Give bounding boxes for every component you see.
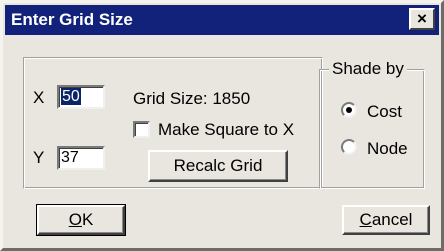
recalc-grid-label: Recalc Grid — [173, 156, 263, 175]
recalc-grid-button[interactable]: Recalc Grid — [148, 150, 288, 182]
shade-cost-radio[interactable] — [341, 102, 357, 118]
x-input[interactable]: 50 — [57, 85, 105, 109]
cancel-label: Cancel — [359, 210, 413, 229]
shade-by-legend: Shade by — [329, 59, 407, 79]
grid-size-text: Grid Size: 1850 — [133, 89, 251, 108]
shade-by-group — [319, 69, 425, 189]
radio-selected-dot — [346, 107, 352, 113]
close-icon: × — [417, 9, 427, 28]
shade-cost-label: Cost — [367, 102, 402, 121]
cancel-button[interactable]: Cancel — [342, 205, 430, 235]
title-bar[interactable]: Enter Grid Size × — [5, 5, 439, 35]
y-input-value: 37 — [61, 149, 79, 166]
x-label: X — [33, 88, 45, 107]
shade-node-label: Node — [367, 139, 408, 158]
window-title: Enter Grid Size — [11, 10, 133, 29]
x-input-value: 50 — [61, 88, 81, 105]
dialog-window: Enter Grid Size × Shade by X 50 Y 37 Gri… — [0, 0, 444, 251]
make-square-checkbox[interactable] — [133, 121, 150, 138]
y-label: Y — [33, 148, 45, 167]
close-button[interactable]: × — [409, 8, 435, 30]
make-square-label: Make Square to X — [158, 120, 295, 139]
shade-node-radio[interactable] — [341, 139, 357, 155]
ok-label: OK — [68, 210, 94, 229]
ok-button[interactable]: OK — [36, 204, 126, 236]
y-input[interactable]: 37 — [57, 146, 105, 170]
